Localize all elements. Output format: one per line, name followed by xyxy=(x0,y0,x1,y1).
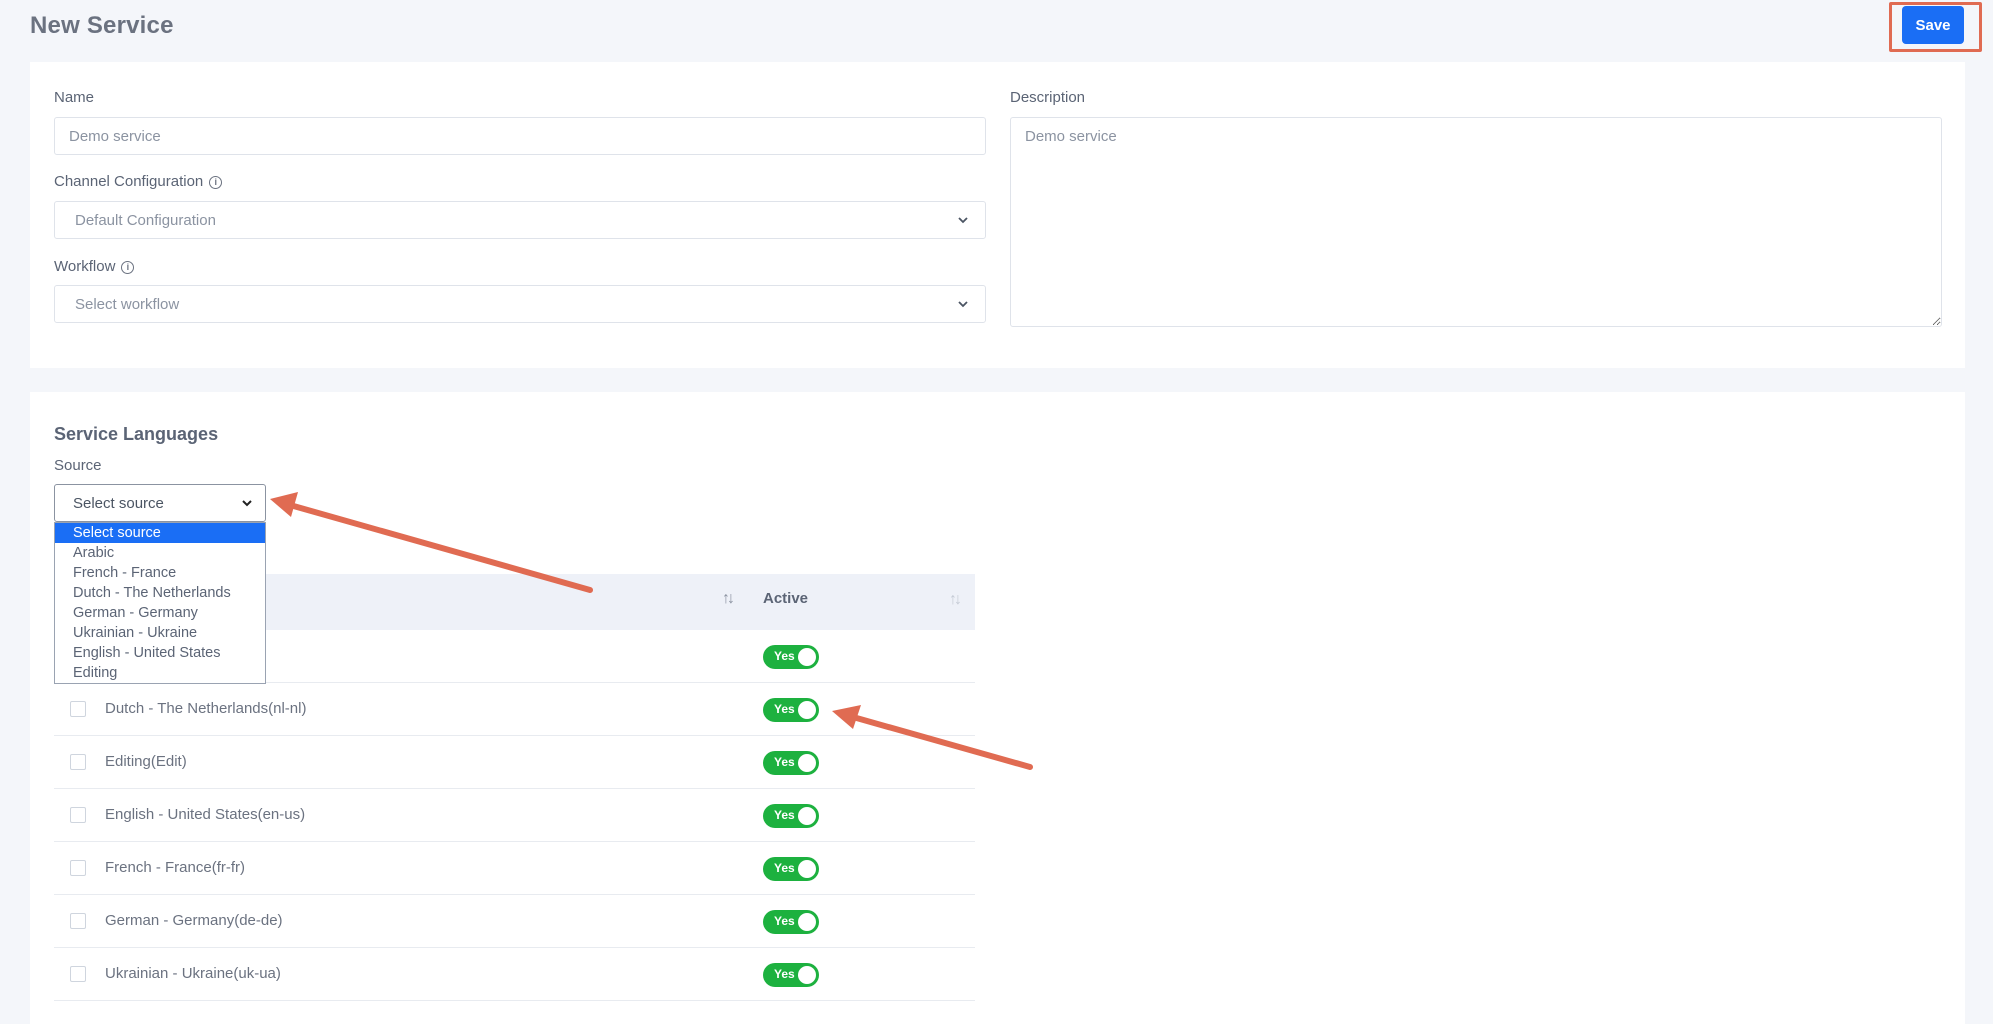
row-checkbox[interactable] xyxy=(70,913,86,929)
workflow-value: Select workflow xyxy=(75,295,180,313)
active-toggle[interactable]: Yes xyxy=(763,751,819,775)
source-select[interactable]: Select source xyxy=(54,484,266,522)
chevron-down-icon xyxy=(958,301,968,308)
table-row: Editing(Edit) Yes xyxy=(54,736,975,789)
row-checkbox[interactable] xyxy=(70,966,86,982)
source-select-value: Select source xyxy=(73,494,164,512)
language-label: German - Germany(de-de) xyxy=(105,912,283,929)
language-label: Ukrainian - Ukraine(uk-ua) xyxy=(105,965,281,982)
toggle-label: Yes xyxy=(774,649,795,663)
table-row: French - France(fr-fr) Yes xyxy=(54,842,975,895)
language-label: Dutch - The Netherlands(nl-nl) xyxy=(105,700,307,717)
row-checkbox[interactable] xyxy=(70,807,86,823)
row-checkbox[interactable] xyxy=(70,701,86,717)
workflow-select[interactable]: Select workflow xyxy=(54,285,986,323)
dropdown-option[interactable]: Dutch - The Netherlands xyxy=(55,583,265,603)
active-toggle[interactable]: Yes xyxy=(763,645,819,669)
save-button[interactable]: Save xyxy=(1902,6,1964,44)
name-input-value: Demo service xyxy=(69,127,161,145)
active-toggle[interactable]: Yes xyxy=(763,804,819,828)
table-row: German - Germany(de-de) Yes xyxy=(54,895,975,948)
toggle-label: Yes xyxy=(774,861,795,875)
toggle-label: Yes xyxy=(774,914,795,928)
toggle-label: Yes xyxy=(774,702,795,716)
toggle-knob xyxy=(798,913,816,931)
table-row: Ukrainian - Ukraine(uk-ua) Yes xyxy=(54,948,975,1001)
toggle-label: Yes xyxy=(774,967,795,981)
toggle-knob xyxy=(798,701,816,719)
workflow-label-text: Workflow xyxy=(54,258,116,275)
row-checkbox[interactable] xyxy=(70,860,86,876)
toggle-label: Yes xyxy=(774,808,795,822)
name-label: Name xyxy=(54,89,95,106)
section-title: Service Languages xyxy=(54,424,219,444)
language-label: French - France(fr-fr) xyxy=(105,859,246,876)
dropdown-option[interactable]: Ukrainian - Ukraine xyxy=(55,623,265,643)
language-label: English - United States(en-us) xyxy=(105,806,306,823)
sort-icon[interactable]: ↑↓ xyxy=(722,590,735,608)
chevron-down-icon xyxy=(958,217,968,224)
toggle-knob xyxy=(798,807,816,825)
toggle-knob xyxy=(798,648,816,666)
table-row: English - United States(en-us) Yes xyxy=(54,789,975,842)
dropdown-option[interactable]: French - France xyxy=(55,563,265,583)
sort-icon[interactable]: ↑↓ xyxy=(949,591,962,609)
channel-configuration-label: Channel Configuration i xyxy=(54,173,223,190)
active-toggle[interactable]: Yes xyxy=(763,910,819,934)
toggle-knob xyxy=(798,754,816,772)
dropdown-option[interactable]: Select source xyxy=(55,523,265,543)
source-label: Source xyxy=(54,457,102,474)
description-textarea[interactable] xyxy=(1010,117,1942,327)
channel-configuration-select[interactable]: Default Configuration xyxy=(54,201,986,239)
dropdown-option[interactable]: Editing xyxy=(55,663,265,683)
toggle-knob xyxy=(798,966,816,984)
toggle-label: Yes xyxy=(774,755,795,769)
dropdown-option[interactable]: English - United States xyxy=(55,643,265,663)
description-label: Description xyxy=(1010,89,1086,106)
source-dropdown-list: Select source Arabic French - France Dut… xyxy=(54,522,266,684)
active-toggle[interactable]: Yes xyxy=(763,963,819,987)
workflow-label: Workflow i xyxy=(54,258,135,275)
table-row: Dutch - The Netherlands(nl-nl) Yes xyxy=(54,683,975,736)
page-title: New Service xyxy=(30,12,174,39)
name-input[interactable]: Demo service xyxy=(54,117,986,155)
channel-configuration-value: Default Configuration xyxy=(75,211,216,229)
language-label: Editing(Edit) xyxy=(105,753,187,770)
active-toggle[interactable]: Yes xyxy=(763,857,819,881)
active-column-header[interactable]: Active xyxy=(763,590,808,607)
info-icon[interactable]: i xyxy=(209,176,223,189)
chevron-down-icon xyxy=(242,500,252,507)
info-icon[interactable]: i xyxy=(121,261,135,274)
dropdown-option[interactable]: Arabic xyxy=(55,543,265,563)
row-checkbox[interactable] xyxy=(70,754,86,770)
toggle-knob xyxy=(798,860,816,878)
channel-configuration-label-text: Channel Configuration xyxy=(54,173,204,190)
dropdown-option[interactable]: German - Germany xyxy=(55,603,265,623)
active-toggle[interactable]: Yes xyxy=(763,698,819,722)
